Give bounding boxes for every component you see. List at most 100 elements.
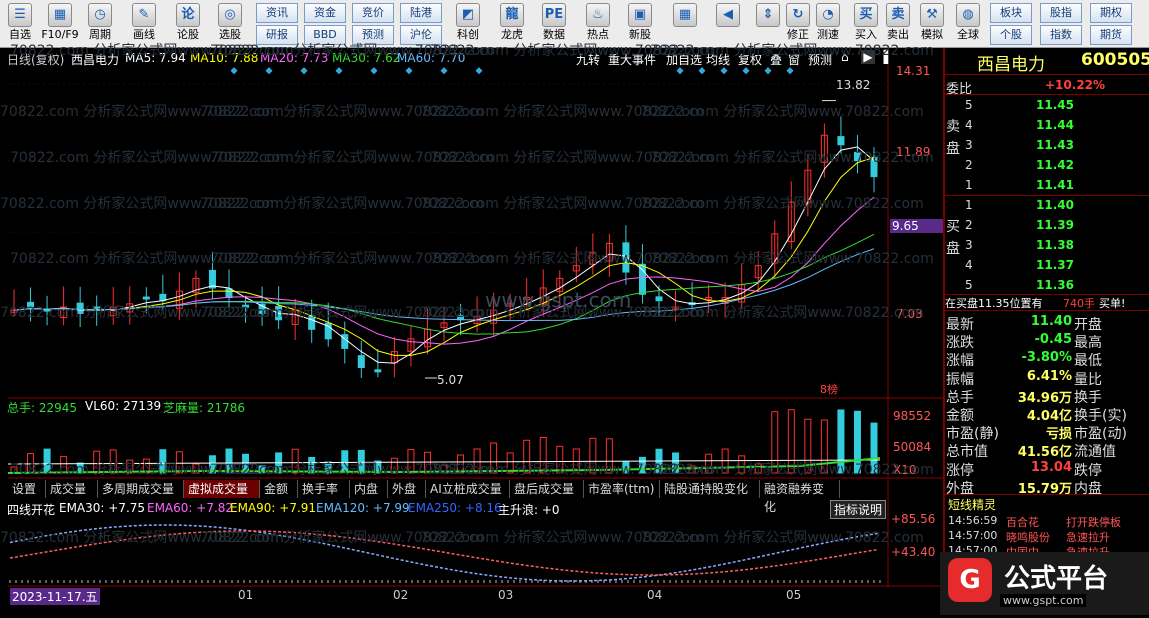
ask-price[interactable]: 11.41	[1036, 178, 1074, 192]
toolbar-text-button[interactable]: 竞价	[352, 3, 394, 23]
divider	[945, 94, 1149, 95]
indicator-tab[interactable]: AI立桩成交量	[426, 480, 510, 498]
candle-body	[655, 296, 663, 302]
speed-test-icon: ◔	[816, 3, 840, 27]
toolbar-text-button[interactable]: 陆港	[400, 3, 442, 23]
short-stock[interactable]: 晓鸣股份	[1006, 529, 1050, 545]
stat-label: 金额	[946, 408, 974, 424]
indicator-tab[interactable]: 内盘	[350, 480, 388, 498]
candle-body	[357, 355, 365, 369]
signal-marker	[300, 67, 308, 75]
ask-level: 3	[965, 138, 973, 152]
stat-label: 开盘	[1074, 317, 1102, 333]
indicator-tab[interactable]: 外盘	[388, 480, 426, 498]
draw-line-icon: ✎	[132, 3, 156, 27]
stat-label: 最高	[1074, 335, 1102, 352]
bid-price[interactable]: 11.37	[1036, 258, 1074, 272]
ask-level: 2	[965, 158, 973, 172]
indicator-help-button[interactable]: 指标说明	[830, 500, 887, 519]
main-wave-label: 主升浪: +0	[498, 503, 560, 517]
indicator-tab[interactable]: 多周期成交量	[98, 480, 184, 498]
signal-marker	[370, 67, 378, 75]
toolbar-button-label: 全球	[957, 28, 979, 41]
signal-marker	[335, 67, 343, 75]
signal-marker	[786, 67, 794, 75]
hotspot-icon: ♨	[586, 3, 610, 27]
stat-value: -0.45	[1034, 332, 1072, 348]
ema30-label: EMA30: +7.75	[59, 501, 146, 515]
discuss-icon: 论	[176, 3, 200, 27]
bid-price[interactable]: 11.38	[1036, 238, 1074, 252]
date-axis-label: 02	[393, 588, 409, 602]
indicator-tab[interactable]: 陆股通持股变化	[660, 480, 760, 498]
bid-price[interactable]: 11.36	[1036, 278, 1074, 292]
signal-marker	[698, 67, 706, 75]
vl60-label: VL60: 27139	[85, 399, 162, 413]
toolbar-text-button[interactable]: 资讯	[256, 3, 298, 23]
signal-marker	[230, 67, 238, 75]
toolbar-globe-button[interactable]: ◍ 全球	[948, 2, 988, 46]
stat-value: 11.40	[1030, 314, 1072, 329]
new-stock-icon: ▣	[628, 3, 652, 27]
short-event: 急速拉升	[1066, 531, 1110, 544]
stat-value: 13.04	[1030, 459, 1072, 475]
status-qty: 740手	[1063, 297, 1095, 310]
watermark-text: 70822.com 分析家公式网www.70822.com	[640, 530, 924, 546]
simulate-icon: ⚒	[920, 3, 944, 27]
indicator-tab[interactable]: 金额	[260, 480, 298, 498]
bid-price[interactable]: 11.40	[1036, 198, 1074, 212]
stat-value: -3.80%	[1021, 350, 1073, 366]
stat-label: 最低	[1074, 353, 1102, 370]
toolbar-text-button[interactable]: 资金	[304, 3, 346, 23]
bid-level: 4	[965, 258, 973, 272]
bid-price[interactable]: 11.39	[1036, 218, 1074, 232]
list-tag[interactable]: 8榜	[820, 381, 838, 397]
watermark-text: 70822.com 分析家公式网www.70822.com	[650, 150, 934, 166]
buy-side-label: 买盘	[946, 219, 960, 257]
stat-label: 涨停	[946, 462, 974, 479]
ask-price[interactable]: 11.43	[1036, 138, 1074, 152]
ask-price[interactable]: 11.45	[1036, 98, 1074, 112]
brand-logo-icon: G	[948, 558, 992, 602]
data-icon: PE	[542, 3, 566, 27]
watermark-text: 70822.com 分析家公式网www.70822.com	[640, 104, 924, 120]
kline-chart[interactable]: 日线(复权) 西昌电力 MA5: 7.94 MA10: 7.88 MA20: 7…	[0, 43, 943, 615]
stat-value: 亏损	[1045, 427, 1072, 443]
ask-level: 1	[965, 178, 973, 192]
toolbar-text-button[interactable]: 个股	[990, 25, 1032, 45]
ask-price[interactable]: 11.44	[1036, 118, 1074, 132]
stat-label: 总市值	[946, 444, 988, 461]
indicator-tab[interactable]: 换手率	[298, 480, 350, 498]
ask-level: 5	[965, 98, 973, 112]
signal-marker	[405, 67, 413, 75]
quote-stock-code: 600505	[1081, 50, 1149, 70]
toolbar-text-button[interactable]: 期货	[1090, 25, 1132, 45]
quote-stock-name: 西昌电力	[977, 55, 1045, 75]
stat-label: 振幅	[946, 371, 974, 388]
indicator-tab[interactable]: 成交量	[46, 480, 98, 498]
stat-value: 41.56亿	[1017, 445, 1072, 461]
toolbar-text-button[interactable]: 指数	[1040, 25, 1082, 45]
indicator-tab[interactable]: 融资融券变化	[760, 480, 840, 514]
watermark-text: 70822.com 分析家公式网www.70822.com	[650, 251, 934, 267]
toolbar-text-button[interactable]: 股指	[1040, 3, 1082, 23]
divider	[945, 195, 1149, 196]
toolbar-text-button[interactable]: 期权	[1090, 3, 1132, 23]
short-stock[interactable]: 百合花	[1006, 514, 1039, 530]
signal-marker	[742, 67, 750, 75]
toolbar-text-button[interactable]: 板块	[990, 3, 1032, 23]
date-axis-label: 05	[786, 588, 802, 602]
bid-level: 2	[965, 218, 973, 232]
stat-label: 总手	[946, 389, 974, 406]
indicator-tab[interactable]: 设置	[8, 480, 46, 498]
date-axis-label: 01	[238, 588, 254, 602]
bid-level: 5	[965, 278, 973, 292]
signal-marker	[265, 67, 273, 75]
star-market-icon: ◩	[456, 3, 480, 27]
stat-label: 换手	[1074, 389, 1102, 406]
indicator-tab[interactable]: 盘后成交量	[510, 480, 584, 498]
indicator-tab[interactable]: 市盈率(ttm)	[584, 480, 660, 498]
indicator-tab[interactable]: 虚拟成交量	[184, 480, 260, 498]
ask-price[interactable]: 11.42	[1036, 158, 1074, 172]
stat-label: 涨跌	[946, 335, 974, 352]
